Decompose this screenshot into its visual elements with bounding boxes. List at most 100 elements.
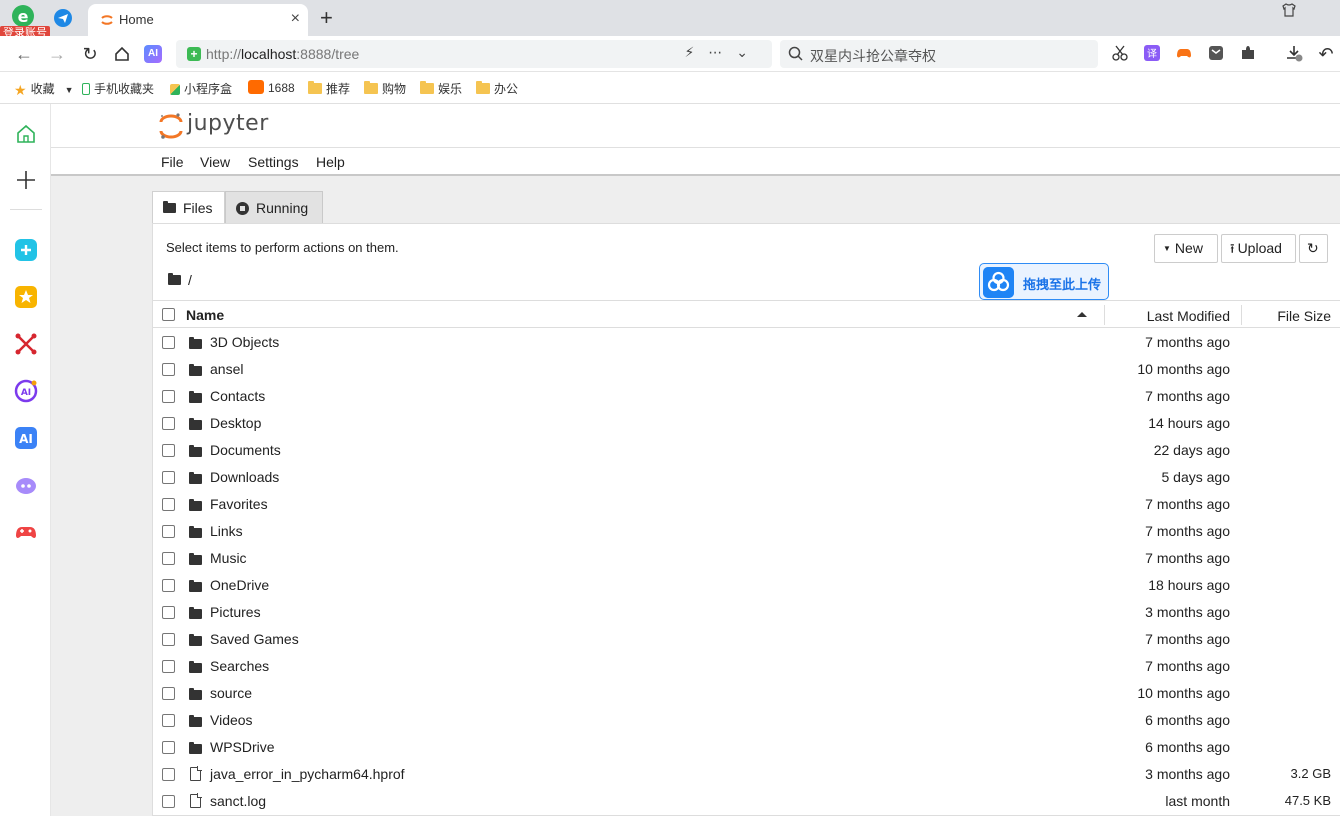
row-checkbox[interactable] [162, 606, 175, 619]
item-name-link[interactable]: Downloads [210, 469, 279, 485]
table-row[interactable]: OneDrive 18 hours ago [153, 572, 1340, 599]
undo-arrow-icon[interactable]: ↶ [1316, 44, 1336, 64]
item-name-link[interactable]: Links [210, 523, 243, 539]
bookmark-mobile-favorites[interactable]: 手机收藏夹 [82, 80, 154, 97]
scissors-icon[interactable] [1111, 44, 1129, 62]
row-checkbox[interactable] [162, 498, 175, 511]
select-all-checkbox[interactable] [162, 308, 175, 321]
menu-help[interactable]: Help [316, 154, 345, 170]
menu-view[interactable]: View [200, 154, 230, 170]
table-row[interactable]: Music 7 months ago [153, 545, 1340, 572]
table-row[interactable]: Videos 6 months ago [153, 707, 1340, 734]
table-row[interactable]: java_error_in_pycharm64.hprof 3 months ag… [153, 761, 1340, 788]
row-checkbox[interactable] [162, 552, 175, 565]
item-name-link[interactable]: java_error_in_pycharm64.hprof [210, 766, 405, 782]
table-row[interactable]: Documents 22 days ago [153, 437, 1340, 464]
menu-file[interactable]: File [161, 154, 184, 170]
item-name-link[interactable]: sanct.log [210, 793, 266, 809]
sidebar-xmind-icon[interactable] [14, 332, 38, 356]
row-checkbox[interactable] [162, 741, 175, 754]
search-suggestion-text[interactable]: 双星内斗抢公章夺权 [810, 46, 936, 66]
item-name-link[interactable]: Documents [210, 442, 281, 458]
row-checkbox[interactable] [162, 660, 175, 673]
upload-button[interactable]: ⭱ Upload [1221, 234, 1296, 263]
item-name-link[interactable]: WPSDrive [210, 739, 275, 755]
sidebar-game-icon[interactable] [14, 520, 38, 544]
new-tab-button[interactable]: + [320, 5, 333, 31]
row-checkbox[interactable] [162, 795, 175, 808]
row-checkbox[interactable] [162, 363, 175, 376]
bookmark-folder-recommend[interactable]: 推荐 [308, 80, 350, 97]
breadcrumb[interactable]: / [168, 272, 192, 288]
telegram-pinned-tab-icon[interactable] [54, 9, 72, 27]
row-checkbox[interactable] [162, 633, 175, 646]
item-name-link[interactable]: Music [210, 550, 247, 566]
back-arrow-icon[interactable]: ← [14, 44, 34, 64]
sidebar-chat-bot-icon[interactable] [14, 473, 38, 497]
sidebar-add-icon[interactable] [14, 168, 38, 192]
table-row[interactable]: Downloads 5 days ago [153, 464, 1340, 491]
reload-icon[interactable]: ↻ [80, 44, 100, 64]
extensions-puzzle-icon[interactable] [1239, 44, 1257, 62]
bookmark-folder-entertainment[interactable]: 娱乐 [420, 80, 462, 97]
tab-files[interactable]: Files [152, 191, 225, 224]
item-name-link[interactable]: 3D Objects [210, 334, 279, 350]
sidebar-ai-writing-icon[interactable]: AI [14, 379, 38, 403]
sidebar-favorites-star-icon[interactable] [14, 285, 38, 309]
sort-ascending-icon[interactable] [1077, 312, 1087, 317]
tab-close-icon[interactable]: × [291, 10, 300, 28]
chevron-down-icon[interactable]: ▼ [65, 85, 74, 95]
sidebar-home-icon[interactable] [14, 122, 38, 146]
address-bar-action-icons[interactable]: ⚡⋯⌄ [684, 44, 762, 61]
url-text[interactable]: http://localhost:8888/tree [206, 46, 359, 62]
item-name-link[interactable]: Favorites [210, 496, 268, 512]
sidebar-app-cyan-icon[interactable] [14, 238, 38, 262]
sidebar-ai-icon[interactable]: AI [14, 426, 38, 450]
column-header-modified[interactable]: Last Modified [1147, 308, 1230, 324]
baidu-drag-upload-widget[interactable]: 拖拽至此上传 [979, 263, 1109, 300]
tab-home[interactable]: Home × [88, 4, 308, 36]
row-checkbox[interactable] [162, 768, 175, 781]
bookmark-1688[interactable]: 1688 [248, 80, 295, 95]
row-checkbox[interactable] [162, 525, 175, 538]
item-name-link[interactable]: Pictures [210, 604, 261, 620]
table-row[interactable]: Searches 7 months ago [153, 653, 1340, 680]
table-row[interactable]: Desktop 14 hours ago [153, 410, 1340, 437]
bookmark-favorites[interactable]: ★ 收藏 ▼ [14, 80, 74, 99]
item-name-link[interactable]: Desktop [210, 415, 261, 431]
row-checkbox[interactable] [162, 390, 175, 403]
ai-assistant-icon[interactable]: AI [144, 45, 162, 63]
item-name-link[interactable]: Saved Games [210, 631, 299, 647]
item-name-link[interactable]: Searches [210, 658, 269, 674]
row-checkbox[interactable] [162, 417, 175, 430]
game-controller-icon[interactable] [1175, 44, 1193, 62]
new-button[interactable]: ▼ New [1154, 234, 1218, 263]
translate-icon[interactable]: 译 [1143, 44, 1161, 62]
row-checkbox[interactable] [162, 336, 175, 349]
item-name-link[interactable]: source [210, 685, 252, 701]
tab-running[interactable]: Running [225, 191, 323, 223]
forward-arrow-icon[interactable]: → [47, 44, 67, 64]
row-checkbox[interactable] [162, 471, 175, 484]
table-row[interactable]: ansel 10 months ago [153, 356, 1340, 383]
table-row[interactable]: WPSDrive 6 months ago [153, 734, 1340, 761]
bookmark-folder-office[interactable]: 办公 [476, 80, 518, 97]
item-name-link[interactable]: ansel [210, 361, 243, 377]
row-checkbox[interactable] [162, 687, 175, 700]
table-row[interactable]: Contacts 7 months ago [153, 383, 1340, 410]
column-header-name[interactable]: Name [186, 307, 224, 323]
download-icon[interactable] [1285, 44, 1303, 62]
table-row[interactable]: Links 7 months ago [153, 518, 1340, 545]
table-row[interactable]: Favorites 7 months ago [153, 491, 1340, 518]
bookmark-folder-shopping[interactable]: 购物 [364, 80, 406, 97]
jupyter-logo-text[interactable]: jupyter [187, 111, 269, 136]
reader-icon[interactable] [1207, 44, 1225, 62]
table-row[interactable]: Saved Games 7 months ago [153, 626, 1340, 653]
item-name-link[interactable]: Contacts [210, 388, 265, 404]
row-checkbox[interactable] [162, 579, 175, 592]
home-icon[interactable] [112, 44, 132, 64]
table-row[interactable]: 3D Objects 7 months ago [153, 329, 1340, 356]
menu-settings[interactable]: Settings [248, 154, 299, 170]
column-header-size[interactable]: File Size [1277, 308, 1331, 324]
table-row[interactable]: source 10 months ago [153, 680, 1340, 707]
